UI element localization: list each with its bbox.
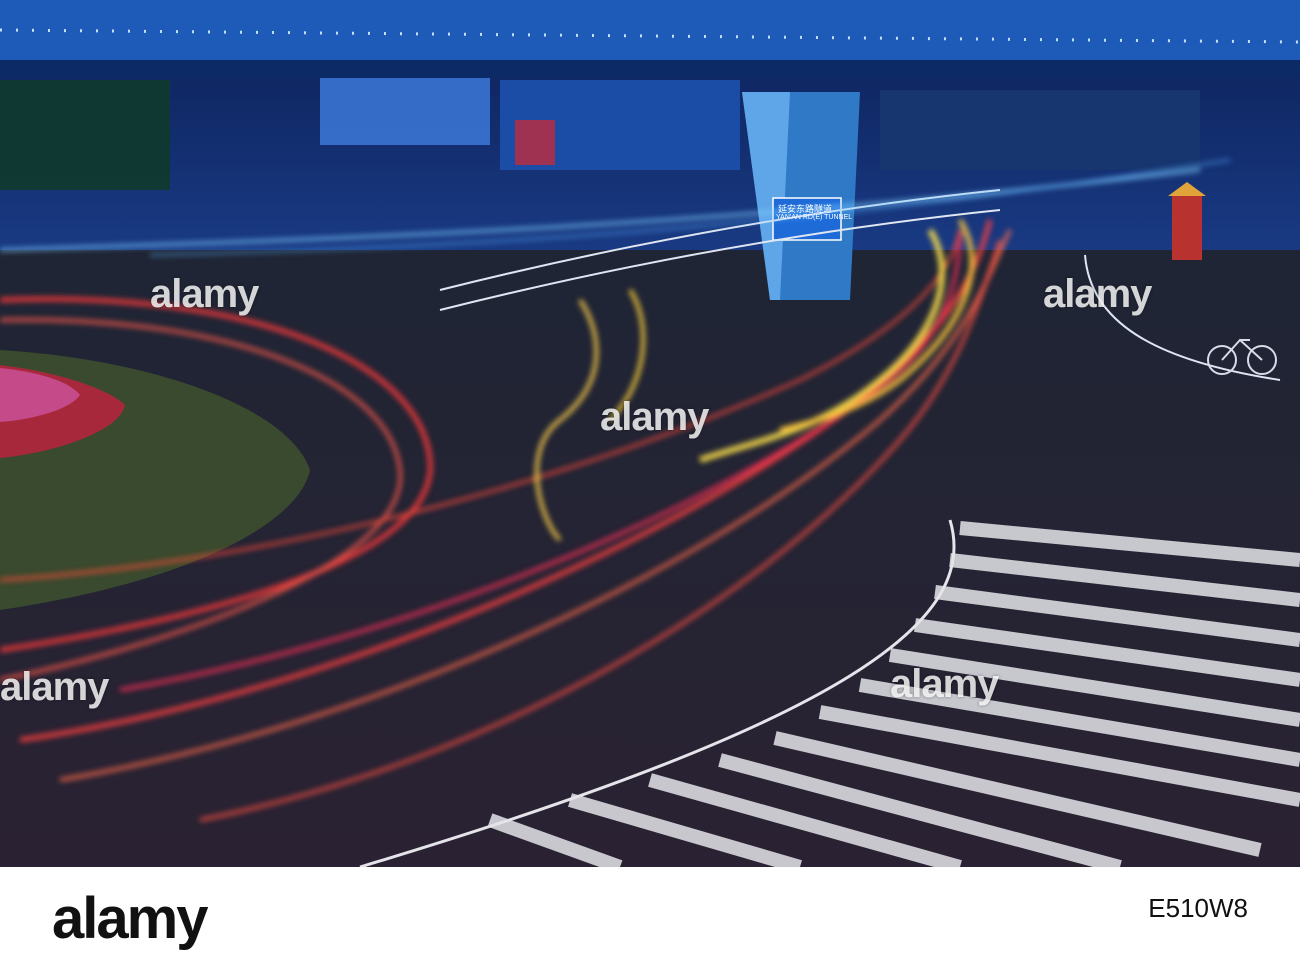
watermark: alamy — [1043, 272, 1152, 316]
image-id: E510W8 — [1148, 893, 1248, 923]
alamy-logo[interactable]: alamy — [52, 885, 208, 952]
kiosk — [1172, 195, 1202, 260]
long-exposure-photo: 延安东路隧道 YAN'AN RD(E) TUNNEL alamy alamy a… — [0, 0, 1300, 867]
watermark: alamy — [890, 662, 999, 706]
watermark: alamy — [150, 272, 259, 316]
watermark: alamy — [600, 395, 709, 439]
sign-text-english: YAN'AN RD(E) TUNNEL — [776, 214, 853, 221]
watermark: alamy — [0, 665, 109, 709]
footer-bar: alamy E510W8 — [0, 867, 1300, 956]
